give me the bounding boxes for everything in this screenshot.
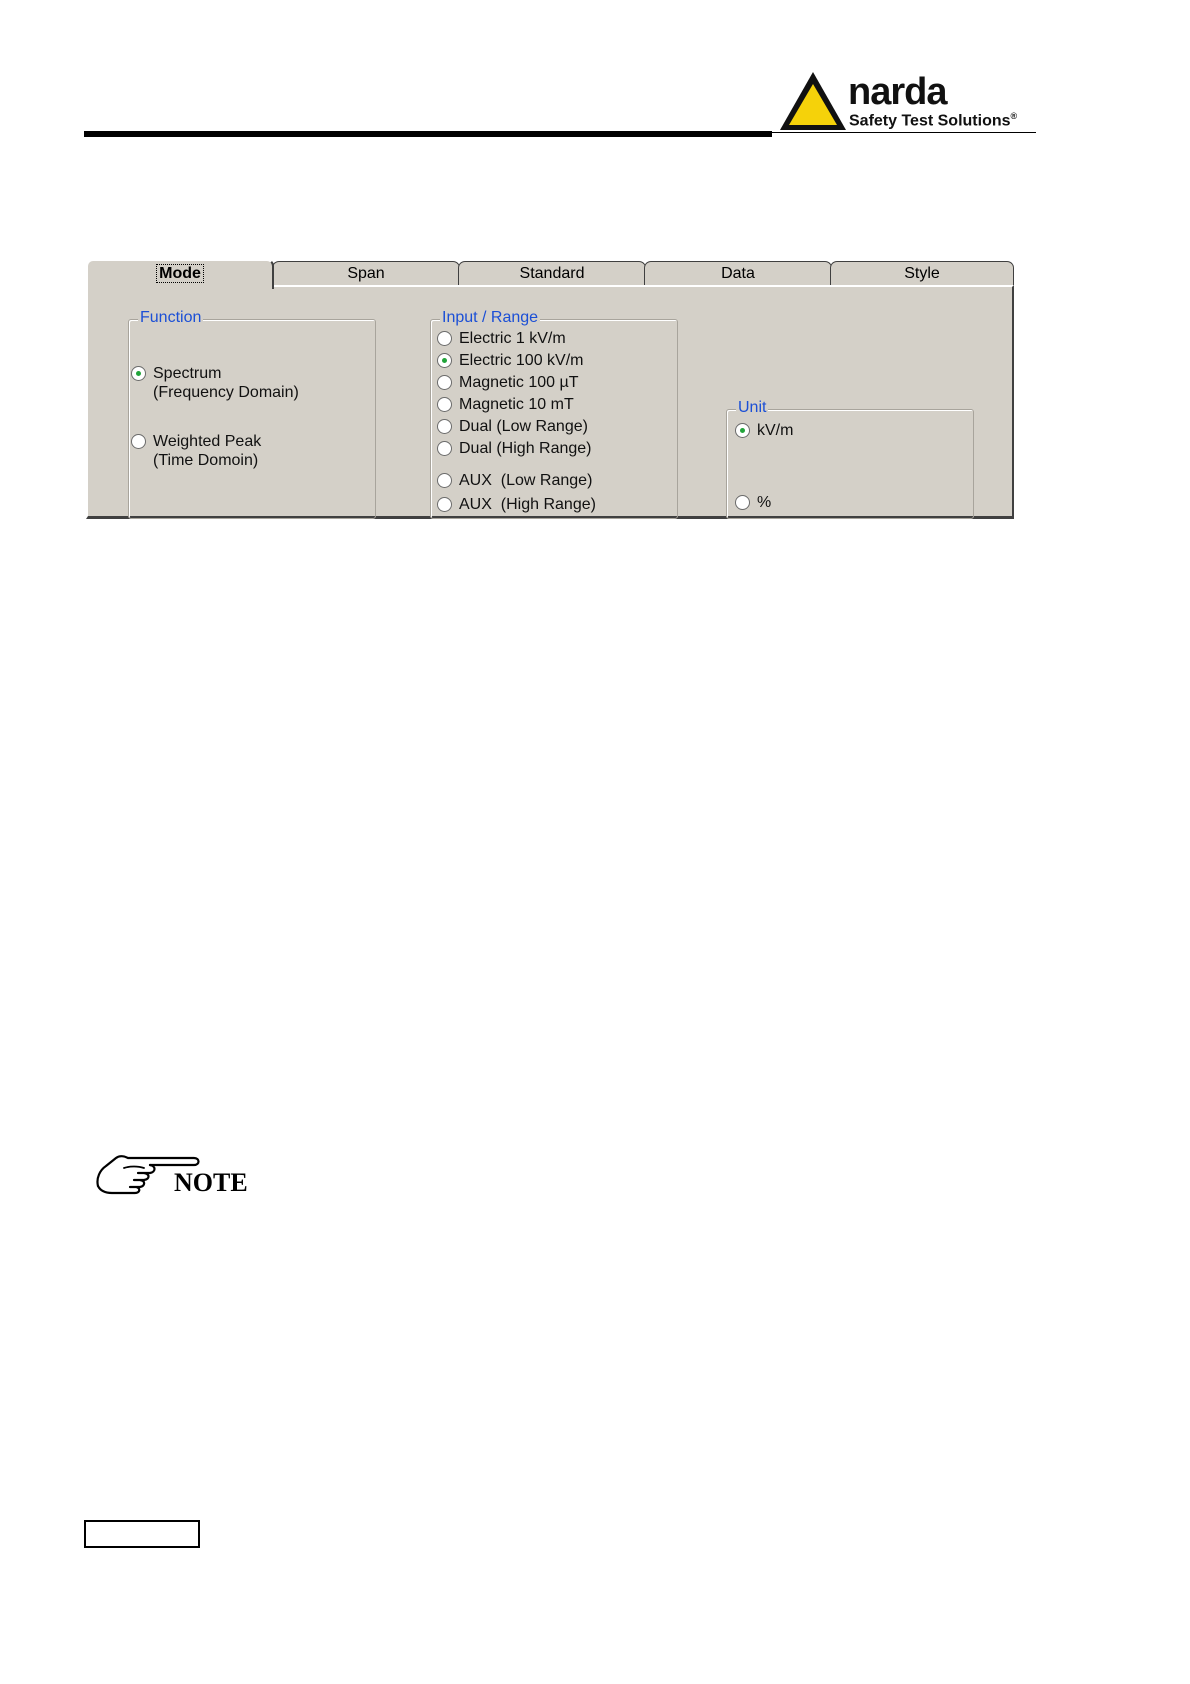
note-label: NOTE (174, 1168, 248, 1197)
radio-unit-percent[interactable]: % (735, 493, 771, 512)
radio-button-icon[interactable] (131, 434, 146, 449)
warning-triangle-icon (780, 72, 846, 130)
radio-button-icon[interactable] (437, 419, 452, 434)
radio-label: Electric 100 kV/m (459, 352, 584, 369)
radio-sublabel: (Frequency Domain) (153, 384, 299, 401)
radio-button-icon[interactable] (735, 423, 750, 438)
function-group-title: Function (138, 309, 204, 327)
radio-electric-100kvm[interactable]: Electric 100 kV/m (437, 351, 583, 370)
radio-weighted-peak[interactable]: Weighted Peak (Time Domoin) (131, 432, 261, 470)
radio-dual-low[interactable]: Dual (Low Range) (437, 417, 588, 436)
note-marker: NOTE (94, 1148, 264, 1198)
radio-dual-high[interactable]: Dual (High Range) (437, 439, 592, 458)
radio-label: Dual (Low Range) (459, 418, 588, 435)
tab-span[interactable]: Span (272, 261, 460, 285)
radio-label: Dual (High Range) (459, 440, 592, 457)
tab-standard[interactable]: Standard (458, 261, 646, 285)
radio-unit-kvm[interactable]: kV/m (735, 421, 793, 440)
radio-sublabel: (Time Domoin) (153, 452, 259, 469)
radio-label: AUX (Low Range) (459, 472, 593, 489)
radio-button-icon[interactable] (437, 397, 452, 412)
radio-label: Weighted Peak (153, 433, 262, 450)
radio-button-icon[interactable] (131, 366, 146, 381)
radio-aux-low[interactable]: AUX (Low Range) (437, 471, 592, 490)
radio-label: AUX (High Range) (459, 496, 596, 513)
tab-strip: Mode Span Standard Data Style (86, 259, 1014, 289)
radio-magnetic-100ut[interactable]: Magnetic 100 µT (437, 373, 579, 392)
tab-data[interactable]: Data (644, 261, 832, 285)
tab-mode[interactable]: Mode (86, 259, 274, 289)
mode-settings-dialog: Mode Span Standard Data Style Function S… (86, 259, 1014, 519)
radio-label: kV/m (757, 422, 794, 439)
radio-magnetic-10mt[interactable]: Magnetic 10 mT (437, 395, 574, 414)
mode-tab-panel: Function Spectrum (Frequency Domain) Wei… (86, 285, 1014, 519)
radio-button-icon[interactable] (437, 331, 452, 346)
logo-brand: narda (848, 71, 947, 113)
radio-aux-high[interactable]: AUX (High Range) (437, 495, 596, 514)
radio-label: Spectrum (153, 365, 222, 382)
function-group: Function Spectrum (Frequency Domain) Wei… (128, 309, 376, 519)
radio-label: Electric 1 kV/m (459, 330, 566, 347)
input-range-group: Input / Range Electric 1 kV/m Electric 1… (430, 309, 678, 519)
logo-tagline: Safety Test Solutions® (849, 111, 1018, 130)
radio-label: Magnetic 10 mT (459, 396, 574, 413)
radio-button-icon[interactable] (735, 495, 750, 510)
radio-button-icon[interactable] (437, 497, 452, 512)
radio-electric-1kvm[interactable]: Electric 1 kV/m (437, 329, 566, 348)
unit-group: Unit kV/m % (726, 399, 974, 519)
radio-button-icon[interactable] (437, 375, 452, 390)
radio-label: Magnetic 100 µT (459, 374, 579, 391)
tab-style[interactable]: Style (830, 261, 1014, 285)
input-range-group-title: Input / Range (440, 309, 541, 327)
narda-logo: narda Safety Test Solutions® (778, 70, 1038, 132)
radio-button-icon[interactable] (437, 473, 452, 488)
radio-button-icon[interactable] (437, 353, 452, 368)
header-rule (84, 131, 772, 137)
header-rule-thin (772, 132, 1036, 133)
radio-button-icon[interactable] (437, 441, 452, 456)
radio-label: % (757, 494, 772, 511)
unit-group-title: Unit (736, 399, 769, 417)
radio-spectrum[interactable]: Spectrum (Frequency Domain) (131, 364, 299, 402)
page-number-box (84, 1520, 200, 1548)
